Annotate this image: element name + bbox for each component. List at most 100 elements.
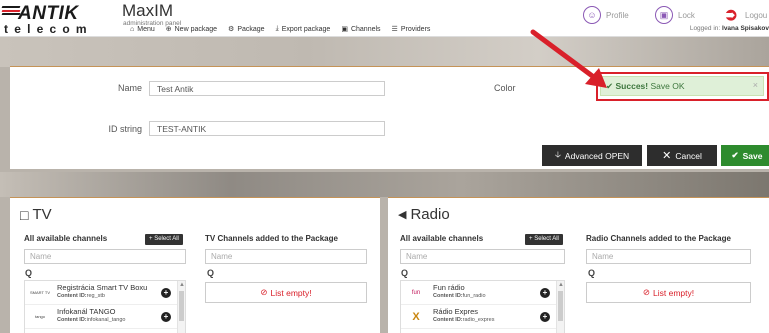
profile-link[interactable]: ☺ Profile — [583, 6, 629, 24]
annotation-arrow — [530, 29, 607, 88]
list-item[interactable]: SMART TV Registrácia Smart TV Boxu Conte… — [25, 281, 185, 305]
logout-link[interactable]: ➲ Logou — [722, 5, 768, 24]
user-icon: ☺ — [583, 6, 601, 24]
menu-item-export-package[interactable]: ⤓ Export package — [276, 25, 331, 33]
list-item[interactable]: tango Infokanál TANGO Content ID:infokan… — [25, 305, 185, 329]
plus-circle-icon: ⊕ — [165, 26, 172, 33]
providers-icon: ☰ — [391, 26, 398, 33]
radio-available-search-input[interactable]: Name — [400, 249, 565, 264]
home-icon: ⌂ — [130, 25, 135, 33]
radio-title-text: Radio — [410, 206, 450, 223]
tv-available-list[interactable]: SMART TV Registrácia Smart TV Boxu Conte… — [24, 280, 186, 333]
app-title: MaxIM — [122, 1, 173, 20]
id-string-label: ID string — [108, 124, 142, 134]
logo-subtext: telecom — [4, 22, 93, 36]
add-channel-button[interactable]: + — [161, 312, 171, 322]
name-input[interactable]: Test Antik — [149, 81, 385, 96]
scrollbar[interactable]: ▲ — [556, 281, 564, 333]
radio-added-search-input[interactable]: Name — [586, 249, 751, 264]
advanced-open-button[interactable]: 🡣 Advanced OPEN — [542, 145, 642, 166]
channel-logo: tango — [34, 314, 45, 319]
speaker-icon: ◀ — [398, 209, 407, 221]
radio-panel: ◀ Radio All available channels + Select … — [388, 197, 769, 333]
radio-added-label: Radio Channels added to the Package — [586, 234, 731, 243]
menu-item-providers[interactable]: ☰ Providers — [391, 25, 431, 34]
lock-label: Lock — [678, 10, 695, 20]
menu-item-label: Package — [237, 25, 265, 33]
empty-text: List empty! — [270, 287, 312, 298]
color-label: Color — [494, 83, 516, 93]
logout-label: Logou — [745, 10, 768, 20]
logged-in-info: Logged in: Ivana Spisakov — [690, 25, 769, 32]
alert-title: Succes! — [615, 81, 649, 91]
cancel-label: Cancel — [675, 150, 702, 161]
alert-close-icon[interactable]: × — [753, 80, 758, 90]
menu-item-label: Menu — [137, 25, 155, 33]
channel-id: Content ID:radio_expres — [433, 317, 495, 323]
channel-id: Content ID:infokanal_tango — [57, 317, 126, 323]
logged-in-prefix: Logged in: — [689, 25, 721, 32]
select-all-label: Select All — [534, 236, 559, 242]
tv-added-label: TV Channels added to the Package — [205, 234, 338, 243]
ban-icon: ⊘ — [260, 287, 268, 297]
tv-available-search-input[interactable]: Name — [24, 249, 186, 264]
id-string-input[interactable]: TEST-ANTIK — [149, 121, 385, 136]
close-icon: ✕ — [662, 150, 672, 162]
menu-item-label: Providers — [400, 25, 431, 33]
channel-logo: SMART TV — [29, 290, 50, 295]
arrow-down-icon: 🡣 — [554, 148, 561, 159]
search-icon: Q — [25, 268, 33, 278]
name-label: Name — [117, 83, 142, 93]
menu-item-label: New package — [174, 25, 218, 33]
package-icon: ⚙ — [228, 26, 235, 33]
list-item[interactable]: X Rádio Expres Content ID:radio_expres + — [401, 305, 564, 329]
radio-available-list[interactable]: fun Fun rádio Content ID:fun_radio + X R… — [400, 280, 565, 333]
channel-id: Content ID:reg_stb — [57, 293, 105, 299]
tv-icon: □ — [20, 206, 29, 223]
tv-empty-list: ⊘ List empty! — [205, 282, 367, 303]
scrollbar-thumb[interactable] — [558, 291, 563, 321]
radio-title: ◀ Radio — [398, 206, 450, 223]
top-bar: ANTIK telecom MaxIM administration panel… — [0, 0, 769, 37]
plus-icon: + — [149, 236, 153, 242]
empty-text: List empty! — [653, 287, 695, 298]
cancel-button[interactable]: ✕ Cancel — [647, 145, 717, 166]
antik-logo[interactable]: ANTIK telecom — [1, 3, 122, 36]
channel-logo: X — [412, 311, 420, 323]
profile-label: Profile — [606, 10, 629, 20]
tv-panel: □ TV All available channels + Select All… — [10, 197, 380, 333]
menu-item-package[interactable]: ⚙ Package — [228, 25, 265, 34]
tv-added-search-input[interactable]: Name — [205, 249, 367, 264]
radio-select-all-button[interactable]: + Select All — [525, 234, 563, 245]
menu-item-label: Channels — [350, 25, 381, 33]
channel-name: Fun rádio — [433, 283, 465, 292]
menu-item-new-package[interactable]: ⊕ New package — [165, 25, 218, 34]
search-icon: Q — [588, 268, 596, 278]
tv-title: □ TV — [20, 206, 52, 223]
radio-empty-list: ⊘ List empty! — [586, 282, 751, 303]
add-channel-button[interactable]: + — [540, 288, 550, 298]
channels-icon: ▣ — [341, 26, 348, 33]
search-icon: Q — [207, 268, 215, 278]
add-channel-button[interactable]: + — [161, 288, 171, 298]
menu-item-channels[interactable]: ▣ Channels — [341, 25, 381, 34]
scroll-up-icon: ▲ — [558, 282, 564, 288]
channel-id: Content ID:fun_radio — [433, 293, 486, 299]
channel-name: Registrácia Smart TV Boxu — [57, 283, 148, 292]
ban-icon: ⊘ — [642, 287, 650, 297]
save-button[interactable]: ✔ Save — [721, 145, 769, 166]
lock-link[interactable]: ▣ Lock — [655, 6, 695, 24]
tv-available-label: All available channels — [24, 234, 108, 243]
search-icon: Q — [401, 268, 409, 278]
scrollbar-thumb[interactable] — [179, 291, 184, 321]
menu-item-menu[interactable]: ⌂ Menu — [130, 25, 155, 33]
add-channel-button[interactable]: + — [540, 312, 550, 322]
success-alert: ✔ Succes! Save OK × — [600, 76, 764, 96]
advanced-label: Advanced OPEN — [564, 150, 630, 161]
channel-logo: fun — [411, 290, 421, 296]
tv-select-all-button[interactable]: + Select All — [145, 234, 183, 245]
logout-icon: ➲ — [723, 5, 739, 24]
scrollbar[interactable]: ▲ — [177, 281, 185, 333]
list-item[interactable]: fun Fun rádio Content ID:fun_radio + — [401, 281, 564, 305]
logged-in-user: Ivana Spisakov — [722, 25, 769, 32]
